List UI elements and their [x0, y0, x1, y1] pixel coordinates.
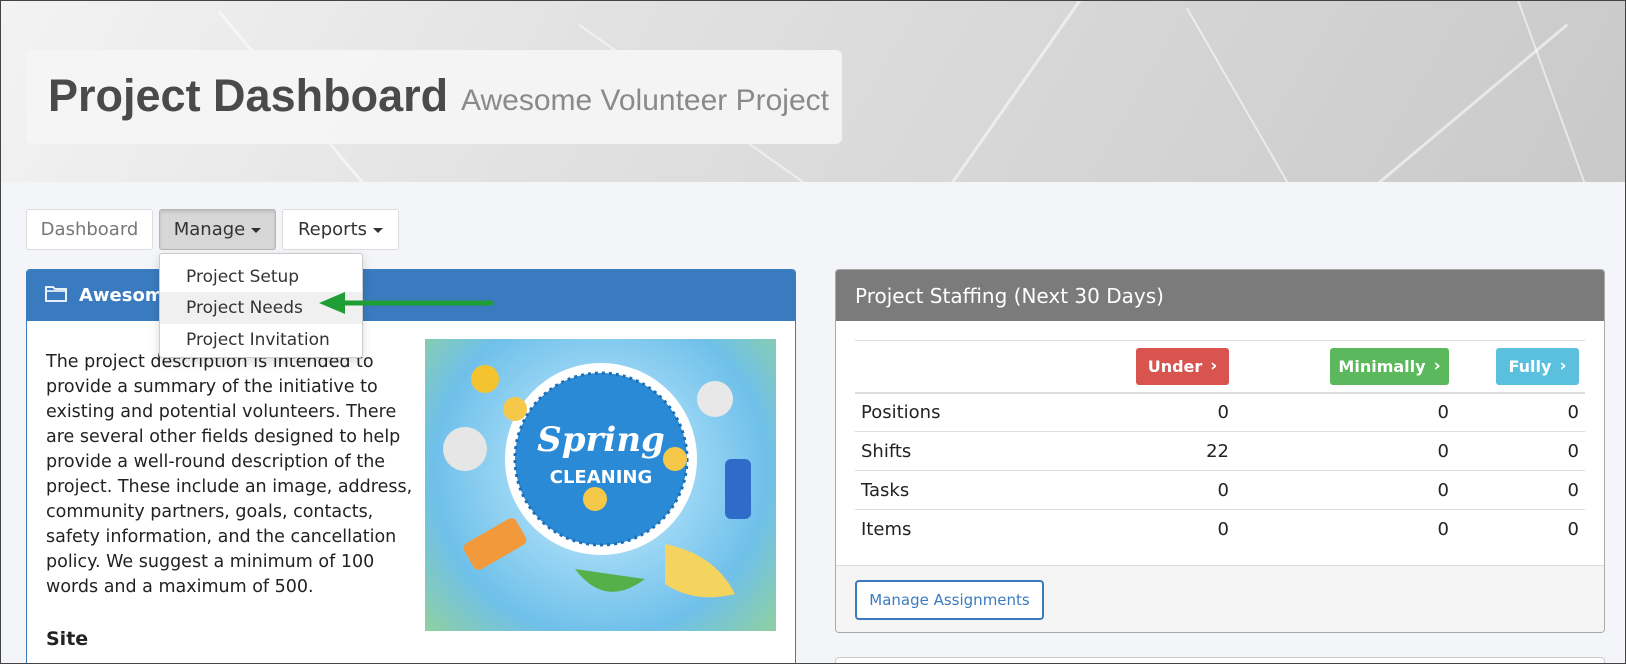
staffing-header-row: Under › Minimally › Fully › [855, 340, 1585, 393]
cell-under: 0 [1217, 479, 1229, 501]
project-image: Spring CLEANING [425, 339, 776, 631]
cell-fully: 0 [1567, 440, 1579, 462]
folder-icon [45, 284, 67, 307]
caret-down-icon [251, 228, 262, 233]
fully-button[interactable]: Fully › [1496, 347, 1579, 385]
cell-under: 22 [1206, 440, 1229, 462]
chevron-right-icon: › [1433, 356, 1441, 377]
menu-item-project-setup[interactable]: Project Setup [160, 261, 362, 293]
reports-dropdown-button[interactable]: Reports [282, 209, 399, 250]
table-row: Shifts 22 0 0 [855, 432, 1585, 471]
staffing-table: Under › Minimally › Fully › Positions 0 … [855, 340, 1585, 549]
row-label: Tasks [861, 479, 910, 501]
dashboard-tab[interactable]: Dashboard [26, 209, 153, 250]
table-row: Positions 0 0 0 [855, 393, 1585, 432]
staffing-panel-footer: Manage Assignments [836, 565, 1604, 632]
caret-down-icon [373, 228, 384, 233]
row-label: Items [861, 518, 912, 540]
site-heading: Site [46, 628, 89, 650]
next-panel-edge [835, 657, 1605, 663]
cell-minimally: 0 [1437, 518, 1449, 540]
annotation-arrow-icon [319, 291, 495, 319]
menu-item-project-invitation[interactable]: Project Invitation [160, 324, 362, 356]
dashboard-tab-label: Dashboard [40, 219, 139, 240]
cell-under: 0 [1217, 518, 1229, 540]
chevron-right-icon: › [1210, 356, 1218, 377]
image-title-cleaning: CLEANING [550, 467, 653, 488]
row-label: Shifts [861, 440, 912, 462]
minimally-label: Minimally [1338, 356, 1426, 376]
title-box: Project Dashboard Awesome Volunteer Proj… [26, 50, 842, 144]
table-row: Tasks 0 0 0 [855, 471, 1585, 510]
manage-dropdown-button[interactable]: Manage [159, 209, 276, 250]
project-info-panel: Awesome The project description is inten… [26, 269, 796, 663]
table-row: Items 0 0 0 [855, 510, 1585, 549]
cell-minimally: 0 [1437, 440, 1449, 462]
cell-fully: 0 [1567, 401, 1579, 423]
header-blank [855, 341, 1055, 393]
minimally-button[interactable]: Minimally › [1330, 347, 1449, 385]
cell-fully: 0 [1567, 479, 1579, 501]
app-frame: Project Dashboard Awesome Volunteer Proj… [0, 0, 1626, 664]
row-label: Positions [861, 401, 941, 423]
fully-label: Fully [1508, 356, 1552, 376]
header-banner: Project Dashboard Awesome Volunteer Proj… [1, 1, 1625, 182]
cell-minimally: 0 [1437, 479, 1449, 501]
header-under: Under › [1055, 341, 1235, 393]
staffing-panel-title: Project Staffing (Next 30 Days) [836, 270, 1604, 321]
manage-assignments-button[interactable]: Manage Assignments [855, 580, 1044, 620]
image-title-spring: Spring [537, 420, 665, 460]
project-name: Awesome Volunteer Project [461, 84, 829, 117]
header-minimally: Minimally › [1235, 341, 1455, 393]
under-label: Under [1147, 356, 1203, 376]
header-fully: Fully › [1455, 341, 1585, 393]
project-description: The project description is intended to p… [46, 352, 413, 597]
page-title: Project Dashboard [48, 70, 449, 121]
chevron-right-icon: › [1559, 356, 1567, 377]
cell-under: 0 [1217, 401, 1229, 423]
cell-minimally: 0 [1437, 401, 1449, 423]
cell-fully: 0 [1567, 518, 1579, 540]
manage-label: Manage [173, 219, 246, 240]
reports-label: Reports [297, 219, 368, 240]
project-staffing-panel: Project Staffing (Next 30 Days) Under › … [835, 269, 1605, 633]
under-button[interactable]: Under › [1136, 347, 1229, 385]
